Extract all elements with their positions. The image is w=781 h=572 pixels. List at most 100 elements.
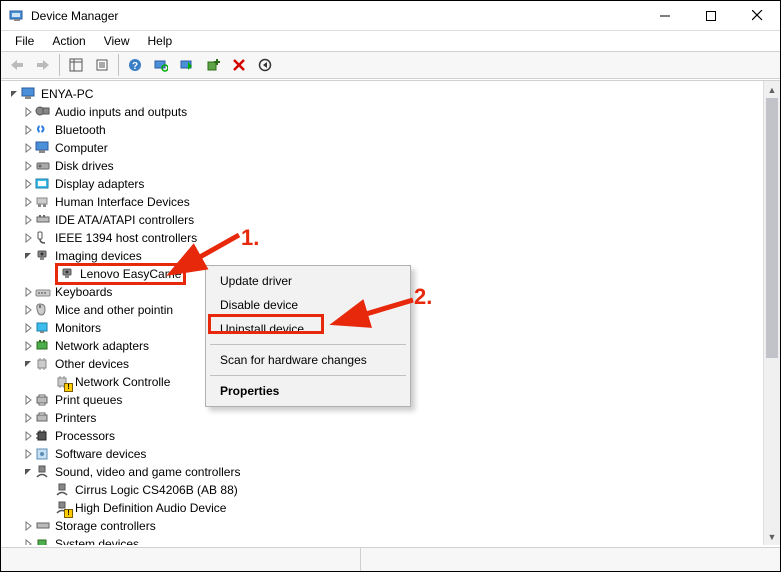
audio-device-icon [55, 482, 71, 498]
properties-button[interactable] [90, 54, 114, 76]
camera-icon [60, 266, 76, 282]
tree-category[interactable]: Audio inputs and outputs [1, 103, 763, 121]
tree-label: Human Interface Devices [55, 195, 190, 209]
category-icon [35, 302, 51, 318]
add-legacy-button[interactable] [201, 54, 225, 76]
toolbar: ? [1, 51, 780, 79]
expand-icon[interactable] [21, 429, 35, 443]
expand-icon[interactable] [21, 195, 35, 209]
ctx-properties[interactable]: Properties [208, 379, 408, 403]
collapse-icon[interactable] [7, 87, 21, 101]
status-cell [1, 548, 361, 571]
back-button[interactable] [5, 54, 29, 76]
category-icon [35, 230, 51, 246]
tree-category[interactable]: Software devices [1, 445, 763, 463]
category-icon [35, 140, 51, 156]
context-menu: Update driver Disable device Uninstall d… [205, 265, 411, 407]
expand-icon[interactable] [21, 519, 35, 533]
close-button[interactable] [734, 1, 780, 31]
separator [210, 375, 406, 376]
computer-icon [21, 86, 37, 102]
category-icon [35, 338, 51, 354]
device-warning-icon: ! [55, 374, 71, 390]
expand-icon[interactable] [21, 537, 35, 545]
expand-icon[interactable] [21, 321, 35, 335]
category-icon [35, 446, 51, 462]
tree-category[interactable]: Display adapters [1, 175, 763, 193]
menu-help[interactable]: Help [140, 32, 181, 50]
ctx-uninstall-device[interactable]: Uninstall device [208, 317, 408, 341]
collapse-icon[interactable] [21, 357, 35, 371]
tree-device[interactable]: !High Definition Audio Device [1, 499, 763, 517]
category-icon [35, 428, 51, 444]
category-icon [35, 536, 51, 545]
forward-button[interactable] [31, 54, 55, 76]
category-icon [35, 194, 51, 210]
scroll-down-button[interactable]: ▼ [764, 528, 780, 545]
collapse-icon[interactable] [21, 249, 35, 263]
tree-category[interactable]: IEEE 1394 host controllers [1, 229, 763, 247]
show-hide-tree-button[interactable] [64, 54, 88, 76]
menu-action[interactable]: Action [44, 32, 93, 50]
svg-text:?: ? [132, 61, 138, 72]
tree-label: IDE ATA/ATAPI controllers [55, 213, 194, 227]
ctx-scan-hardware[interactable]: Scan for hardware changes [208, 348, 408, 372]
tree-label: Computer [55, 141, 108, 155]
tree-device[interactable]: Cirrus Logic CS4206B (AB 88) [1, 481, 763, 499]
expand-icon[interactable] [21, 339, 35, 353]
expand-icon[interactable] [21, 285, 35, 299]
scroll-up-button[interactable]: ▲ [764, 81, 780, 98]
tree-category[interactable]: IDE ATA/ATAPI controllers [1, 211, 763, 229]
annotation-label-1: 1. [241, 225, 259, 251]
update-driver-button[interactable] [175, 54, 199, 76]
tree-root[interactable]: ENYA-PC [1, 85, 763, 103]
tree-category[interactable]: Computer [1, 139, 763, 157]
tree-category[interactable]: Processors [1, 427, 763, 445]
tree-category[interactable]: Printers [1, 409, 763, 427]
menu-file[interactable]: File [7, 32, 42, 50]
tree-category[interactable]: Bluetooth [1, 121, 763, 139]
disable-button[interactable] [253, 54, 277, 76]
tree-label: Mice and other pointin [55, 303, 173, 317]
category-icon [35, 392, 51, 408]
expand-icon[interactable] [21, 141, 35, 155]
category-icon [35, 248, 51, 264]
maximize-button[interactable] [688, 1, 734, 31]
category-icon [35, 410, 51, 426]
minimize-button[interactable] [642, 1, 688, 31]
tree-category[interactable]: Sound, video and game controllers [1, 463, 763, 481]
tree-label: IEEE 1394 host controllers [55, 231, 197, 245]
separator [118, 54, 119, 76]
expand-icon[interactable] [21, 105, 35, 119]
expand-icon[interactable] [21, 177, 35, 191]
vertical-scrollbar[interactable]: ▲ ▼ [763, 81, 780, 545]
expand-icon[interactable] [21, 231, 35, 245]
tree-category[interactable]: Disk drives [1, 157, 763, 175]
help-button[interactable]: ? [123, 54, 147, 76]
tree-category[interactable]: Human Interface Devices [1, 193, 763, 211]
expand-icon[interactable] [21, 411, 35, 425]
expand-icon[interactable] [21, 213, 35, 227]
expand-icon[interactable] [21, 303, 35, 317]
tree-category[interactable]: System devices [1, 535, 763, 545]
collapse-icon[interactable] [21, 465, 35, 479]
tree-label: Print queues [55, 393, 122, 407]
tree-category[interactable]: Storage controllers [1, 517, 763, 535]
expand-icon[interactable] [21, 447, 35, 461]
tree-label: Display adapters [55, 177, 144, 191]
scroll-thumb[interactable] [766, 98, 778, 358]
tree-label: Storage controllers [55, 519, 156, 533]
menu-view[interactable]: View [96, 32, 138, 50]
tree-label: ENYA-PC [41, 87, 93, 101]
device-manager-icon [9, 8, 25, 24]
expand-icon[interactable] [21, 159, 35, 173]
scan-hardware-button[interactable] [149, 54, 173, 76]
ctx-update-driver[interactable]: Update driver [208, 269, 408, 293]
uninstall-button[interactable] [227, 54, 251, 76]
expand-icon[interactable] [21, 393, 35, 407]
ctx-disable-device[interactable]: Disable device [208, 293, 408, 317]
category-icon [35, 176, 51, 192]
expand-icon[interactable] [21, 123, 35, 137]
window-title: Device Manager [31, 9, 642, 23]
category-icon [35, 320, 51, 336]
